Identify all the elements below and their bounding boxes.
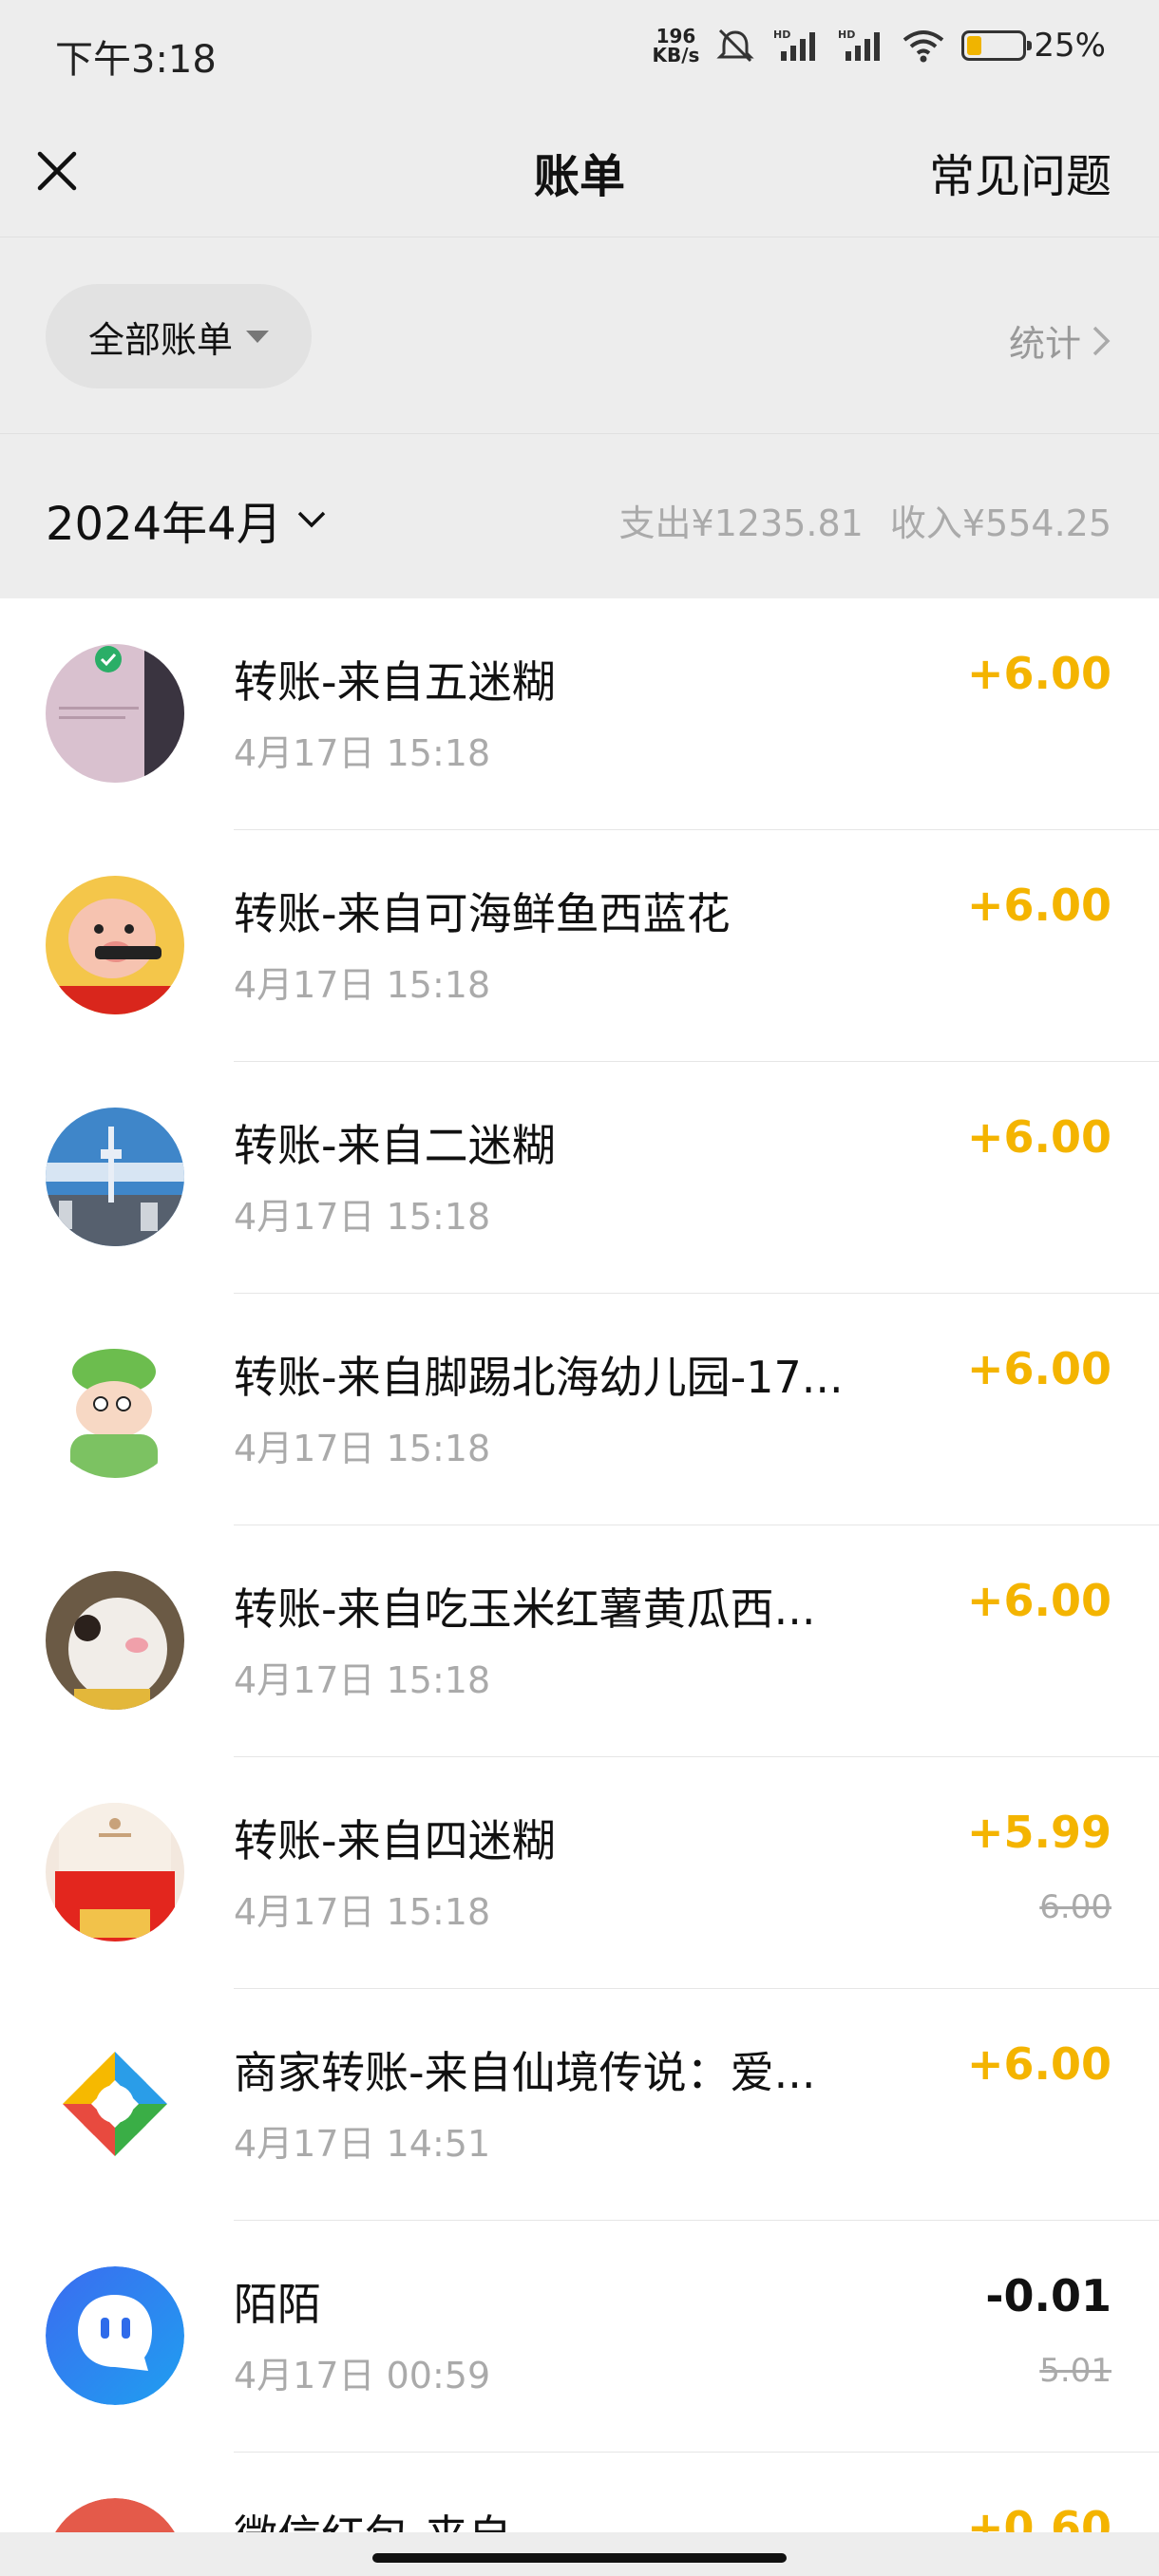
transaction-amount: +5.99 [966,1807,1112,1858]
home-indicator [0,2532,1159,2576]
transaction-row[interactable]: 转账-来自四迷糊 4月17日 15:18 +5.99 6.00 [0,1757,1159,1989]
month-expense: 支出¥1235.81 [618,502,864,544]
transaction-time: 4月17日 15:18 [234,732,491,774]
transaction-title: 转账-来自可海鲜鱼西蓝花 [234,888,731,939]
transaction-amount: +6.00 [966,2038,1112,2090]
signal-hd-2-icon: HD [838,28,881,61]
transaction-time: 4月17日 15:18 [234,1891,491,1933]
nav-bar: 账单 常见问题 [0,104,1159,237]
chevron-right-icon [1092,326,1111,355]
wifi-icon [903,30,944,63]
bill-filter-button[interactable]: 全部账单 [46,284,312,388]
chevron-down-icon [297,511,325,528]
stats-link[interactable]: 统计 [1009,314,1112,367]
transaction-title: 转账-来自脚踢北海幼儿园-17... [234,1352,844,1403]
month-totals: 支出¥1235.81 收入¥554.25 [619,494,1112,546]
transaction-amount: +6.00 [966,1575,1112,1626]
transaction-time: 4月17日 15:18 [234,1428,491,1469]
transaction-row[interactable]: 陌陌 4月17日 00:59 -0.01 5.01 [0,2221,1159,2453]
transaction-amount: +0.60 [966,2502,1112,2532]
month-selector[interactable]: 2024年4月 [46,486,328,553]
transaction-row[interactable]: 微信红包-来自 +0.60 [0,2453,1159,2532]
avatar [46,876,184,1014]
transaction-time: 4月17日 15:18 [234,964,491,1006]
avatar [46,1339,184,1478]
merchant-logo-icon [46,2035,184,2173]
transaction-time: 4月17日 00:59 [234,2355,491,2396]
transaction-title: 商家转账-来自仙境传说：爱... [234,2047,816,2098]
status-time: 下午3:18 [55,38,217,82]
transaction-row[interactable]: 转账-来自五迷糊 4月17日 15:18 +6.00 [0,598,1159,830]
original-amount: 6.00 [1039,1888,1112,1926]
home-bar[interactable] [372,2553,787,2563]
network-speed: 196 KB/s [652,25,700,66]
transaction-row[interactable]: 商家转账-来自仙境传说：爱... 4月17日 14:51 +6.00 [0,1989,1159,2221]
transaction-amount: +6.00 [966,648,1112,699]
avatar [46,644,184,783]
momo-logo-icon [46,2266,184,2405]
original-amount: 5.01 [1039,2352,1112,2390]
transaction-title: 转账-来自四迷糊 [234,1815,556,1866]
avatar [46,1571,184,1710]
month-income: 收入¥554.25 [889,502,1112,544]
transaction-title: 陌陌 [234,2279,321,2330]
battery-icon [961,30,1033,61]
stats-label: 统计 [1008,323,1081,365]
status-icons: 196 KB/s HD HD 25% [652,27,1106,65]
avatar [46,2498,184,2532]
transaction-title: 转账-来自五迷糊 [234,656,556,708]
mute-icon [716,28,755,63]
bill-filter-label: 全部账单 [87,318,233,361]
transaction-time: 4月17日 15:18 [234,1196,491,1238]
transaction-title: 转账-来自吃玉米红薯黄瓜西... [234,1583,816,1635]
transaction-list: 转账-来自五迷糊 4月17日 15:18 +6.00 转账-来自可海鲜鱼西蓝花 … [0,598,1159,2532]
month-label: 2024年4月 [46,498,282,551]
transaction-row[interactable]: 转账-来自可海鲜鱼西蓝花 4月17日 15:18 +6.00 [0,830,1159,1062]
battery-indicator: 25% [961,27,1106,65]
avatar [46,1803,184,1941]
faq-link[interactable]: 常见问题 [929,139,1112,205]
status-bar: 下午3:18 196 KB/s HD HD 25% [0,0,1159,104]
transaction-row[interactable]: 转账-来自吃玉米红薯黄瓜西... 4月17日 15:18 +6.00 [0,1525,1159,1757]
transaction-amount: +6.00 [966,880,1112,931]
transaction-row[interactable]: 转账-来自脚踢北海幼儿园-17... 4月17日 15:18 +6.00 [0,1294,1159,1525]
transaction-amount: -0.01 [985,2270,1112,2321]
transaction-time: 4月17日 15:18 [234,1659,491,1701]
caret-down-icon [246,330,269,343]
transaction-amount: +6.00 [966,1343,1112,1394]
transaction-title: 转账-来自二迷糊 [234,1120,556,1171]
battery-percent: 25% [1034,27,1106,65]
transaction-row[interactable]: 转账-来自二迷糊 4月17日 15:18 +6.00 [0,1062,1159,1294]
transaction-title: 微信红包-来自 [234,2502,908,2532]
month-summary-bar: 2024年4月 支出¥1235.81 收入¥554.25 [0,435,1159,598]
avatar [46,1108,184,1246]
transaction-amount: +6.00 [966,1111,1112,1163]
svg-text:HD: HD [838,28,855,41]
filter-bar: 全部账单 统计 [0,238,1159,434]
signal-hd-1-icon: HD [773,28,816,61]
transaction-time: 4月17日 14:51 [234,2123,491,2165]
svg-text:HD: HD [773,28,790,41]
